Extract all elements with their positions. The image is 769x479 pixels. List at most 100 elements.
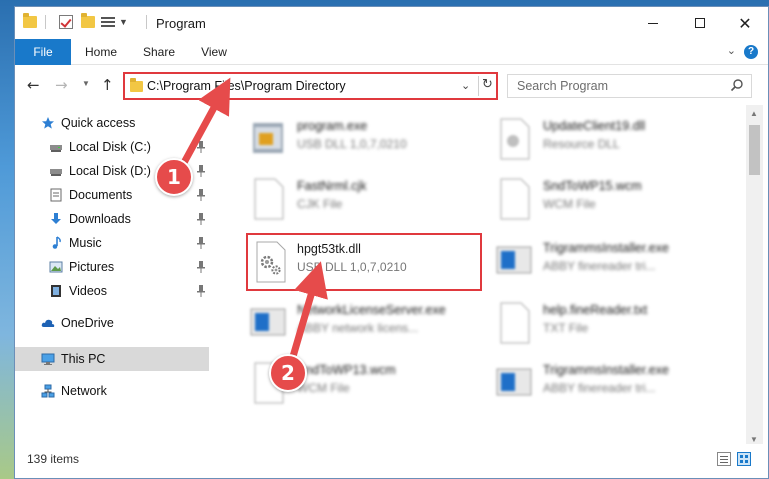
folder-icon — [23, 13, 37, 28]
tab-home[interactable]: Home — [75, 39, 127, 65]
step-badge-2: 2 — [269, 354, 307, 392]
list-item[interactable]: UpdateClient19.dll Resource DLL — [483, 111, 723, 169]
address-bar[interactable]: C:\Program Files\Program Directory ⌄ ↻ — [123, 72, 498, 100]
back-button[interactable]: ← — [27, 76, 40, 94]
step-badge-1: 1 — [155, 158, 193, 196]
pin-icon — [197, 141, 205, 153]
list-item[interactable]: TrigrammsInstaller.exe ABBY finereader t… — [483, 355, 723, 413]
sidebar-item-label: Local Disk (C:) — [69, 140, 151, 154]
large-icons-view-icon[interactable] — [737, 452, 751, 466]
blank-file-icon — [500, 178, 530, 220]
sidebar-item-label: Quick access — [61, 116, 136, 130]
dll-icon — [500, 118, 530, 160]
file-type: USB DLL 1,0,7,0210 — [297, 137, 407, 151]
file-name: FastNrml.cjk — [297, 179, 367, 193]
item-count: 139 items — [27, 452, 80, 466]
installer-icon — [496, 246, 532, 274]
folder-icon — [130, 78, 143, 92]
file-type: ABBY finereader tri... — [543, 259, 656, 273]
sidebar-item-quick-access[interactable]: Quick access — [15, 111, 209, 135]
sidebar-item-pictures[interactable]: Pictures — [15, 255, 209, 279]
list-item[interactable]: program.exe USB DLL 1,0,7,0210 — [237, 111, 477, 169]
sidebar-item-network[interactable]: Network — [15, 379, 209, 403]
maximize-button[interactable] — [677, 7, 723, 39]
sidebar-item-label: Downloads — [69, 212, 131, 226]
sidebar-item-label: Network — [61, 384, 107, 398]
file-explorer-window: ▼ Program ✕ File Home Share View ⌄ ? ← →… — [14, 6, 769, 479]
tab-file[interactable]: File — [15, 39, 71, 65]
ribbon-expand-icon[interactable]: ⌄ — [727, 44, 736, 57]
file-type: ABBY network licens... — [297, 321, 419, 335]
search-input[interactable] — [508, 75, 723, 97]
list-item-highlighted[interactable]: hpgt53tk.dll USB DLL 1,0,7,0210 — [246, 233, 482, 291]
file-list: program.exe USB DLL 1,0,7,0210 UpdateCli… — [221, 105, 745, 443]
new-folder-icon[interactable] — [81, 13, 95, 28]
recent-locations-dropdown[interactable]: ▼ — [82, 79, 90, 88]
sidebar-item-this-pc[interactable]: This PC — [15, 347, 209, 371]
quick-access-toolbar-dropdown[interactable]: ▼ — [119, 17, 128, 27]
properties-check-icon[interactable] — [59, 15, 73, 29]
sidebar-item-label: This PC — [61, 352, 106, 366]
sidebar-item-label: Local Disk (D:) — [69, 164, 151, 178]
chevron-down-icon[interactable]: ⌄ — [461, 79, 470, 92]
sidebar-item-videos[interactable]: Videos — [15, 279, 209, 303]
search-icon[interactable] — [730, 78, 744, 92]
scroll-up-icon[interactable]: ▲ — [750, 109, 758, 118]
documents-icon — [50, 188, 62, 202]
file-name: program.exe — [297, 119, 368, 133]
scroll-thumb[interactable] — [749, 125, 760, 175]
file-name: UpdateClient19.dll — [543, 119, 646, 133]
tab-view[interactable]: View — [191, 39, 237, 65]
sidebar-item-downloads[interactable]: Downloads — [15, 207, 209, 231]
sidebar-item-local-disk-c[interactable]: Local Disk (C:) — [15, 135, 209, 159]
list-item[interactable]: FastNrml.cjk CJK File — [237, 171, 477, 229]
dll-gear-icon — [256, 241, 286, 283]
search-box[interactable] — [507, 74, 752, 98]
file-name: TrigrammsInstaller.exe — [543, 363, 669, 377]
pictures-icon — [49, 261, 63, 273]
blank-file-icon — [254, 178, 284, 220]
navigation-pane: Quick access Local Disk (C:) Local Disk … — [15, 105, 209, 443]
tab-share[interactable]: Share — [133, 39, 185, 65]
customize-toolbar-icon[interactable] — [101, 15, 115, 29]
file-name: NetworkLicenseServer.exe — [297, 303, 446, 317]
list-item[interactable]: SndToWP15.wcm WCM File — [483, 171, 723, 229]
close-button[interactable]: ✕ — [722, 7, 768, 39]
sidebar-item-music[interactable]: Music — [15, 231, 209, 255]
address-row: ← → ▼ ↑ C:\Program Files\Program Directo… — [15, 65, 768, 105]
file-name: hpgt53tk.dll — [297, 242, 361, 256]
vertical-scrollbar[interactable]: ▲ ▼ — [746, 105, 763, 450]
list-item[interactable]: TrigrammsInstaller.exe ABBY finereader t… — [483, 233, 723, 291]
refresh-button[interactable]: ↻ — [482, 77, 493, 92]
file-type: WCM File — [297, 381, 350, 395]
help-icon[interactable]: ? — [744, 45, 758, 59]
file-type: Resource DLL — [543, 137, 620, 151]
file-name: help.fineReader.txt — [543, 303, 648, 317]
list-item[interactable]: help.fineReader.txt TXT File — [483, 295, 723, 353]
file-type: USB DLL 1,0,7,0210 — [297, 260, 407, 274]
list-item[interactable]: NetworkLicenseServer.exe ABBY network li… — [237, 295, 477, 353]
scroll-down-icon[interactable]: ▼ — [750, 435, 758, 444]
sidebar-item-label: Videos — [69, 284, 107, 298]
exe-icon — [253, 123, 283, 153]
file-name: SndToWP15.wcm — [543, 179, 642, 193]
pin-icon — [197, 165, 205, 177]
minimize-button[interactable] — [630, 7, 676, 39]
status-bar: 139 items — [15, 444, 768, 478]
details-view-icon[interactable] — [717, 452, 731, 466]
blank-file-icon — [500, 302, 530, 344]
drive-icon — [50, 169, 62, 176]
sidebar-item-onedrive[interactable]: OneDrive — [15, 311, 209, 335]
file-type: CJK File — [297, 197, 343, 211]
minimize-icon — [648, 22, 658, 24]
up-button[interactable]: ↑ — [101, 76, 114, 94]
file-type: WCM File — [543, 197, 596, 211]
forward-button[interactable]: → — [55, 76, 68, 94]
title-separator-2 — [146, 15, 147, 29]
file-type: ABBY finereader tri... — [543, 381, 656, 395]
music-icon — [52, 236, 61, 249]
title-bar: ▼ Program ✕ — [15, 7, 768, 39]
pin-icon — [197, 285, 205, 297]
close-icon: ✕ — [738, 13, 752, 33]
star-icon — [42, 117, 54, 129]
